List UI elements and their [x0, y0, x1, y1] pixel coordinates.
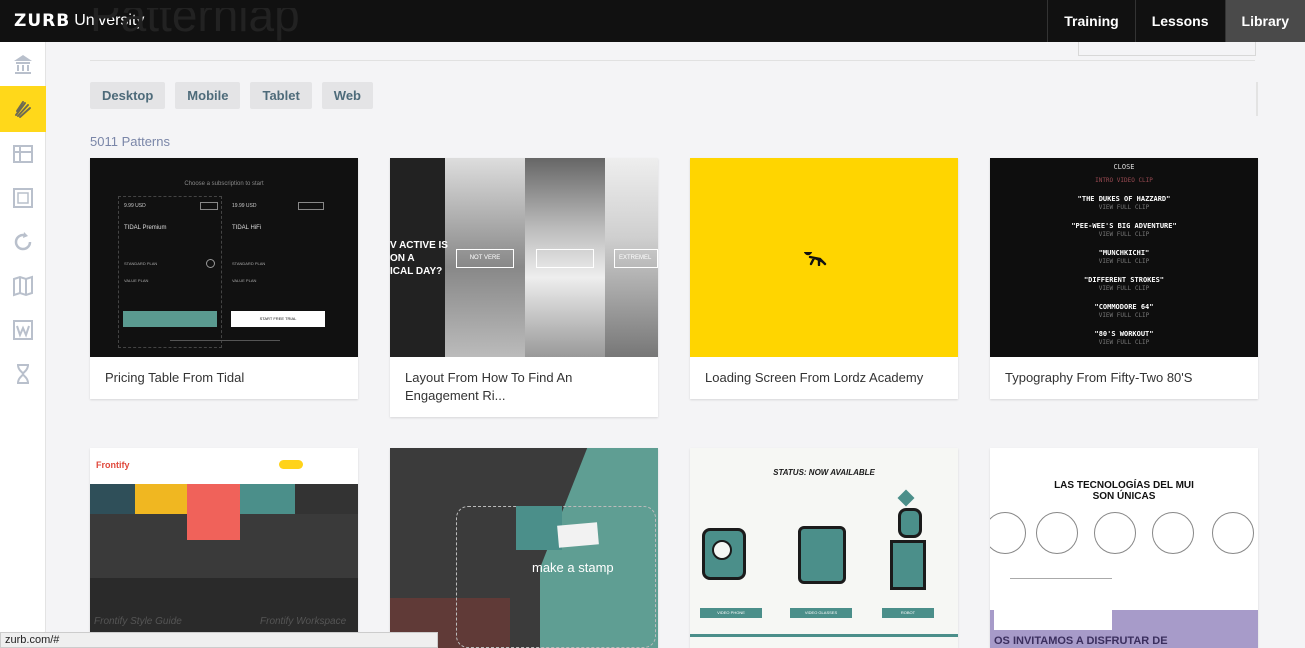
- filter-tablet[interactable]: Tablet: [250, 82, 312, 109]
- refresh-icon: [14, 232, 32, 251]
- sidebar-item-home[interactable]: [0, 42, 46, 86]
- sidebar-item-components[interactable]: [0, 176, 46, 220]
- brand-logo-text: ZURB: [14, 11, 71, 31]
- pattern-thumbnail[interactable]: V ACTIVE IS ON A ICAL DAY? NOT VERE EXTR…: [390, 158, 658, 357]
- word-icon: [13, 320, 33, 340]
- pattern-thumbnail[interactable]: LAS TECNOLOGÍAS DEL MUI SON ÚNICAS OS IN…: [990, 448, 1258, 648]
- pattern-thumbnail[interactable]: Frontify Frontify Style Guide Frontify W…: [90, 448, 358, 648]
- pattern-count: 5011 Patterns: [90, 134, 170, 149]
- header-divider: [90, 60, 1255, 61]
- sidebar-item-patterns[interactable]: [0, 86, 46, 132]
- stamp-heading: make a stamp: [532, 560, 614, 575]
- panel-edge: [1256, 82, 1258, 116]
- pattern-card[interactable]: make a stamp: [390, 448, 658, 648]
- tidal-heading: Choose a subscription to start: [184, 181, 264, 187]
- pattern-card[interactable]: Loading Screen From Lordz Academy: [690, 158, 958, 399]
- top-nav-links: Training Lessons Library: [1047, 0, 1305, 42]
- pattern-title[interactable]: Pricing Table From Tidal: [90, 357, 358, 399]
- pattern-card[interactable]: STATUS: NOW AVAILABLE VIDEO PHONE VIDEO …: [690, 448, 958, 648]
- sidebar-item-refresh[interactable]: [0, 220, 46, 264]
- page-title: Patternlap: [90, 8, 300, 41]
- nav-library[interactable]: Library: [1224, 0, 1305, 42]
- pattern-card[interactable]: V ACTIVE IS ON A ICAL DAY? NOT VERE EXTR…: [390, 158, 658, 417]
- filter-desktop[interactable]: Desktop: [90, 82, 166, 109]
- hourglass-icon: [17, 364, 29, 384]
- pattern-thumbnail[interactable]: make a stamp: [390, 448, 658, 648]
- sidebar-item-words[interactable]: [0, 308, 46, 352]
- filter-tabs: Desktop Mobile Tablet Web: [90, 82, 374, 109]
- sidebar-item-history[interactable]: [0, 352, 46, 396]
- pattern-card[interactable]: Frontify Frontify Style Guide Frontify W…: [90, 448, 358, 648]
- filter-mobile[interactable]: Mobile: [175, 82, 241, 109]
- pattern-title[interactable]: Layout From How To Find An Engagement Ri…: [390, 357, 658, 417]
- search-input[interactable]: [1078, 42, 1256, 56]
- nav-lessons[interactable]: Lessons: [1134, 0, 1225, 42]
- browser-status-bar: zurb.com/#: [0, 632, 438, 648]
- pattern-thumbnail[interactable]: Choose a subscription to start 9.99 USD …: [90, 158, 358, 357]
- pattern-title[interactable]: Loading Screen From Lordz Academy: [690, 357, 958, 399]
- pattern-thumbnail[interactable]: CLOSE INTRO VIDEO CLIP "THE DUKES OF HAZ…: [990, 158, 1258, 357]
- pattern-thumbnail[interactable]: [690, 158, 958, 357]
- grid-icon: [13, 145, 33, 163]
- filter-web[interactable]: Web: [321, 82, 374, 109]
- sidebar-item-maps[interactable]: [0, 264, 46, 308]
- map-icon: [13, 275, 33, 297]
- pattern-card[interactable]: CLOSE INTRO VIDEO CLIP "THE DUKES OF HAZ…: [990, 158, 1258, 399]
- building-icon: [14, 55, 32, 74]
- nav-training[interactable]: Training: [1047, 0, 1134, 42]
- frame-icon: [13, 188, 33, 208]
- pattern-card[interactable]: LAS TECNOLOGÍAS DEL MUI SON ÚNICAS OS IN…: [990, 448, 1258, 648]
- sidebar-item-layouts[interactable]: [0, 132, 46, 176]
- pattern-card[interactable]: Choose a subscription to start 9.99 USD …: [90, 158, 358, 399]
- crawling-figure-icon: [804, 252, 827, 266]
- hand-icon: [15, 101, 31, 118]
- left-sidebar: [0, 42, 46, 648]
- pattern-thumbnail[interactable]: STATUS: NOW AVAILABLE VIDEO PHONE VIDEO …: [690, 448, 958, 648]
- pattern-title[interactable]: Typography From Fifty-Two 80'S: [990, 357, 1258, 399]
